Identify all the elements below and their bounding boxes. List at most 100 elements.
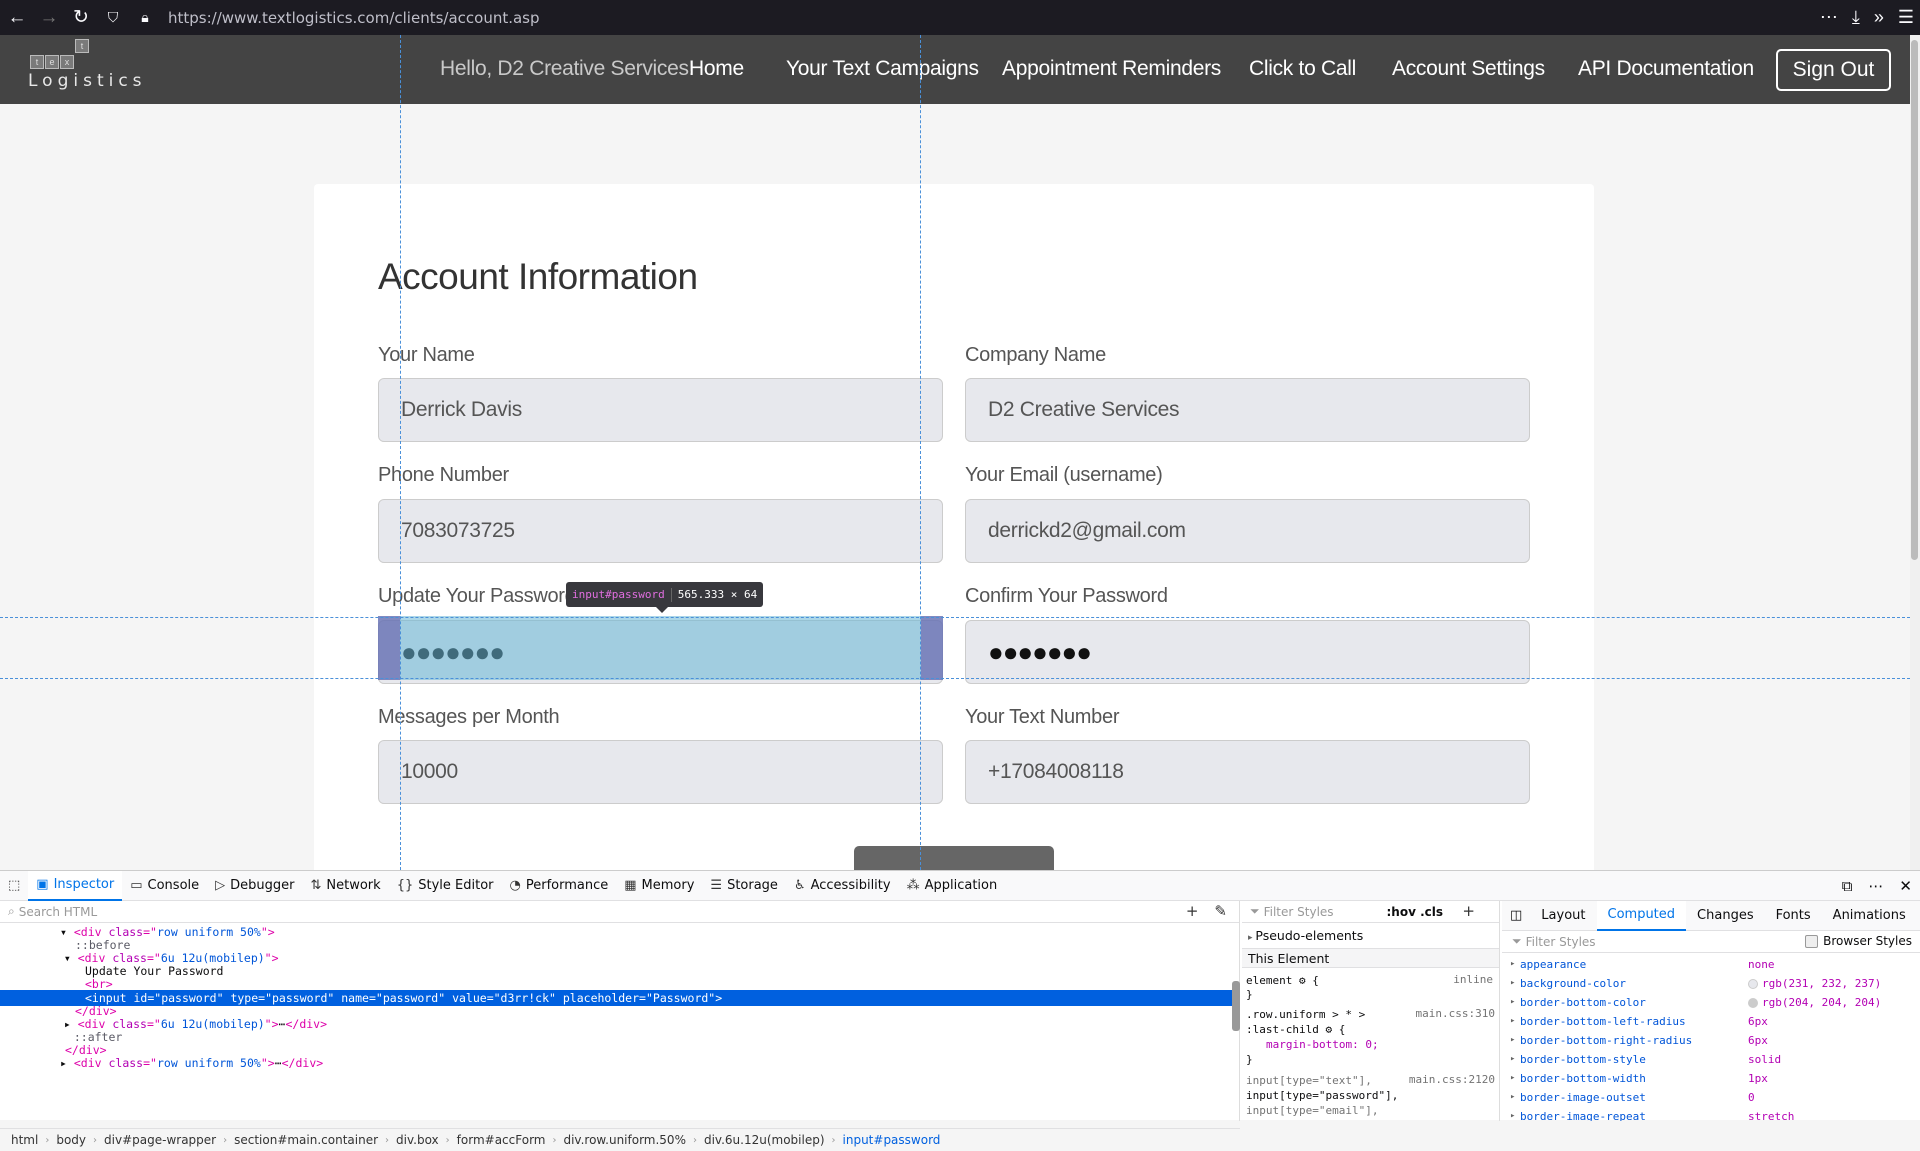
- pick-element-icon[interactable]: ⬚: [0, 871, 28, 901]
- page-scrollbar-thumb[interactable]: [1911, 40, 1918, 560]
- guide-line: [920, 35, 921, 870]
- breadcrumb-item[interactable]: body: [53, 1133, 89, 1147]
- add-rule-icon[interactable]: +: [1462, 902, 1475, 920]
- email-field[interactable]: derrickd2@gmail.com: [965, 499, 1530, 563]
- shield-icon[interactable]: ⛉: [98, 3, 128, 33]
- computed-property[interactable]: ▸ border-image-repeat stretch: [1502, 1107, 1920, 1121]
- computed-property[interactable]: ▸ border-bottom-style solid: [1502, 1050, 1920, 1069]
- markup-node[interactable]: ▸ <div class="row uniform 50%">⋯</div>: [0, 1055, 1232, 1071]
- breadcrumb-item[interactable]: div.6u.12u(mobilep): [701, 1133, 828, 1147]
- url-bar[interactable]: https://www.textlogistics.com/clients/ac…: [168, 9, 540, 27]
- computed-filter-input[interactable]: ⏷ Filter Styles Browser Styles: [1502, 931, 1920, 953]
- tab-debugger[interactable]: ▷ Debugger: [207, 871, 302, 901]
- nav-account-settings[interactable]: Account Settings: [1392, 57, 1545, 81]
- save-button[interactable]: [854, 846, 1054, 870]
- pseudo-elements-toggle[interactable]: ▸ Pseudo-elements: [1242, 928, 1499, 943]
- rule-selector[interactable]: input[type="email"],: [1246, 1103, 1378, 1118]
- tab-accessibility[interactable]: ♿︎ Accessibility: [786, 871, 899, 901]
- breadcrumb-item[interactable]: html: [8, 1133, 41, 1147]
- tab-computed[interactable]: Computed: [1596, 901, 1687, 931]
- computed-property[interactable]: ▸ border-bottom-left-radius 6px: [1502, 1012, 1920, 1031]
- breadcrumb-item[interactable]: section#main.container: [231, 1133, 381, 1147]
- color-swatch[interactable]: [1748, 979, 1758, 989]
- page-actions-icon[interactable]: ⋯: [1820, 7, 1838, 28]
- rule-selector[interactable]: input[type="text"],: [1246, 1073, 1372, 1088]
- browser-styles-checkbox[interactable]: Browser Styles: [1805, 934, 1912, 948]
- dock-icon[interactable]: ⧉: [1842, 877, 1853, 895]
- rule-selector[interactable]: .row.uniform > * >: [1246, 1007, 1365, 1022]
- reload-icon[interactable]: ↻: [66, 3, 96, 33]
- expand-icon[interactable]: ▸: [1510, 974, 1515, 993]
- text-number-field[interactable]: +17084008118: [965, 740, 1530, 804]
- messages-field[interactable]: 10000: [378, 740, 943, 804]
- forward-icon[interactable]: →: [34, 3, 64, 33]
- expand-icon[interactable]: ▸: [1510, 1031, 1515, 1050]
- expand-icon[interactable]: ▸: [1510, 1069, 1515, 1088]
- nav-text-campaigns[interactable]: Your Text Campaigns: [786, 57, 979, 81]
- tab-performance[interactable]: ◔ Performance: [502, 871, 617, 901]
- expand-icon[interactable]: ▸: [1510, 1050, 1515, 1069]
- name-field[interactable]: Derrick Davis: [378, 378, 943, 442]
- company-field[interactable]: D2 Creative Services: [965, 378, 1530, 442]
- close-devtools-icon[interactable]: ✕: [1899, 877, 1912, 895]
- rule-selector[interactable]: input[type="password"],: [1246, 1088, 1398, 1103]
- breadcrumb-separator: ›: [445, 1134, 450, 1146]
- computed-property[interactable]: ▸ appearance none: [1502, 955, 1920, 974]
- color-swatch[interactable]: [1748, 998, 1758, 1008]
- confirm-password-field[interactable]: ●●●●●●●: [965, 620, 1530, 684]
- breadcrumb-item[interactable]: div.box: [393, 1133, 442, 1147]
- eyedropper-icon[interactable]: ✎: [1214, 902, 1227, 920]
- html-scrollbar[interactable]: [1232, 981, 1240, 1031]
- rule-selector[interactable]: :last-child ⚙ {: [1246, 1022, 1345, 1037]
- computed-property[interactable]: ▸ border-image-outset 0: [1502, 1088, 1920, 1107]
- breadcrumb-item[interactable]: input#password: [840, 1133, 944, 1147]
- hov-cls-toggle[interactable]: :hov .cls: [1386, 905, 1443, 919]
- tab-inspector[interactable]: ▣ Inspector: [28, 870, 123, 901]
- nav-click-to-call[interactable]: Click to Call: [1249, 57, 1356, 81]
- filter-styles-input[interactable]: ⏷ Filter Styles :hov .cls +: [1242, 901, 1499, 923]
- expand-icon[interactable]: ▸: [1510, 993, 1515, 1012]
- nav-appointment-reminders[interactable]: Appointment Reminders: [1002, 57, 1221, 81]
- layout-panel-icon[interactable]: ◫: [1502, 901, 1530, 931]
- rule-declaration[interactable]: margin-bottom: 0;: [1266, 1037, 1379, 1052]
- devtools-menu-icon[interactable]: ⋯: [1868, 877, 1883, 895]
- nav-api-documentation[interactable]: API Documentation: [1578, 57, 1754, 81]
- tab-fonts[interactable]: Fonts: [1765, 901, 1822, 931]
- expand-icon[interactable]: ▸: [1510, 1107, 1515, 1121]
- breadcrumb-item[interactable]: form#accForm: [454, 1133, 549, 1147]
- computed-property[interactable]: ▸ border-bottom-right-radius 6px: [1502, 1031, 1920, 1050]
- menu-icon[interactable]: ☰: [1898, 7, 1914, 28]
- tab-storage[interactable]: ☰ Storage: [702, 871, 786, 901]
- rule-source-link[interactable]: main.css:2120: [1409, 1073, 1495, 1086]
- nav-home[interactable]: Home: [689, 57, 744, 81]
- search-html-input[interactable]: ⌕ Search HTML + ✎: [0, 901, 1239, 923]
- breadcrumb-item[interactable]: div#page-wrapper: [101, 1133, 219, 1147]
- downloads-icon[interactable]: ⤓: [1852, 7, 1860, 28]
- element-rule-close: }: [1246, 988, 1253, 1001]
- breadcrumb-item[interactable]: div.row.uniform.50%: [560, 1133, 688, 1147]
- devtools-tabs: ⬚ ▣ Inspector ▭ Console ▷ Debugger ⇅ Network…: [0, 870, 1920, 901]
- overflow-icon[interactable]: »: [1874, 7, 1884, 28]
- tab-network[interactable]: ⇅ Network: [303, 871, 389, 901]
- expand-icon[interactable]: ▸: [1510, 955, 1515, 974]
- sign-out-button[interactable]: Sign Out: [1776, 49, 1891, 91]
- phone-field[interactable]: 7083073725: [378, 499, 943, 563]
- expand-icon[interactable]: ▸: [1510, 1088, 1515, 1107]
- computed-property[interactable]: ▸ background-color rgb(231, 232, 237): [1502, 974, 1920, 993]
- tab-changes[interactable]: Changes: [1686, 901, 1765, 931]
- add-node-icon[interactable]: +: [1186, 902, 1199, 920]
- tab-animations[interactable]: Animations: [1822, 901, 1917, 931]
- computed-property[interactable]: ▸ border-bottom-width 1px: [1502, 1069, 1920, 1088]
- computed-property[interactable]: ▸ border-bottom-color rgb(204, 204, 204): [1502, 993, 1920, 1012]
- tab-memory[interactable]: ▦ Memory: [616, 871, 702, 901]
- infobar-id: #password: [605, 588, 665, 601]
- back-icon[interactable]: ←: [2, 3, 32, 33]
- expand-icon[interactable]: ▸: [1510, 1012, 1515, 1031]
- tab-style-editor[interactable]: {} Style Editor: [389, 871, 502, 901]
- tab-console[interactable]: ▭ Console: [122, 871, 207, 901]
- lock-icon: 🔒︎: [141, 9, 149, 25]
- tab-application[interactable]: ⁂ Application: [899, 871, 1006, 901]
- element-rule[interactable]: element ⚙ {: [1246, 973, 1319, 988]
- rule-source-link[interactable]: main.css:310: [1416, 1007, 1495, 1020]
- tab-layout[interactable]: Layout: [1530, 901, 1596, 931]
